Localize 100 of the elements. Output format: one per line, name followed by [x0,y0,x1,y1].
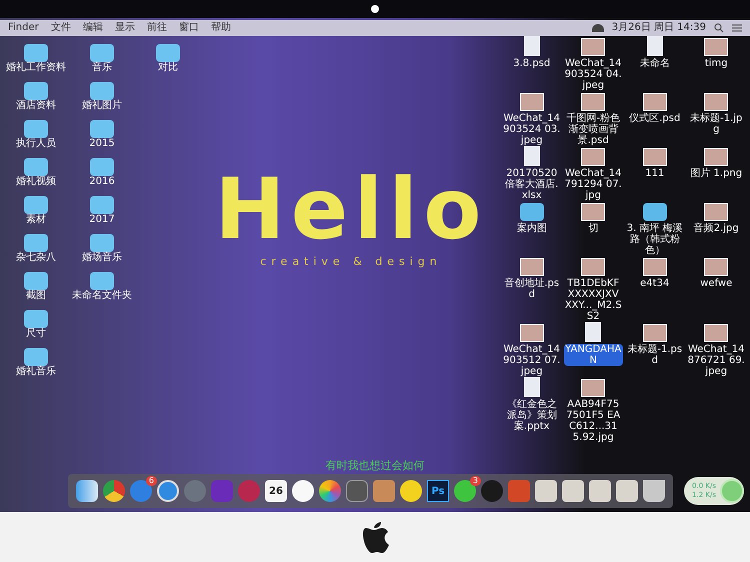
file-label[interactable]: WeChat_14903524 04.jpeg [564,58,623,91]
image-thumbnail[interactable] [704,93,728,111]
image-thumbnail[interactable] [704,258,728,276]
file-label[interactable]: WeChat_14876721 69.jpeg [686,344,746,377]
video-subtitle: 有时我也想过会如何 [326,458,424,474]
window-thumbnail[interactable] [535,480,557,502]
image-thumbnail[interactable] [520,324,544,342]
menu-item[interactable]: 显示 [114,22,135,34]
folder-icon[interactable] [24,272,48,290]
file-label[interactable]: 3.8.psd [502,58,562,69]
file-label[interactable]: 千图网-粉色渐变喷画背景.psd [564,113,623,146]
search-icon[interactable] [714,23,724,33]
document-icon[interactable] [646,36,663,56]
folder-label: 婚礼视频 [16,176,56,188]
file-label[interactable]: YANGDAHAN [564,344,623,366]
menu-item[interactable]: 帮助 [210,22,231,34]
apple-logo-icon [361,520,389,554]
image-thumbnail[interactable] [581,203,606,221]
file-label[interactable]: WeChat_14791294 07.jpg [564,168,623,201]
image-thumbnail[interactable] [520,93,544,111]
file-label[interactable]: 111 [625,168,684,179]
window-thumbnail[interactable] [562,480,584,502]
file-label[interactable]: timg [686,58,746,69]
folder-label: 婚场音乐 [82,252,122,264]
notification-badge: 6 [146,476,157,486]
image-thumbnail[interactable] [642,258,667,276]
hello-title: Hello [214,164,488,254]
file-label[interactable]: 案内图 [502,223,562,234]
folder-icon[interactable] [24,348,48,366]
folder-icon[interactable] [642,203,667,221]
menu-clock[interactable]: 3月26日 周日 14:39 [612,22,706,34]
folder-icon[interactable] [90,82,114,100]
folder-icon[interactable] [90,44,114,62]
image-thumbnail[interactable] [704,148,728,166]
image-thumbnail[interactable] [704,203,728,221]
folder-icon[interactable] [24,310,48,328]
folder-icon[interactable] [90,120,114,138]
image-thumbnail[interactable] [581,93,606,111]
menu-item[interactable]: 文件 [50,22,71,34]
file-label[interactable]: 《红金色之派岛》策划案.pptx [502,399,562,432]
file-label[interactable]: 未标题-1.psd [625,344,684,366]
folder-label: 婚礼工作资料 [6,62,66,74]
image-thumbnail[interactable] [704,38,728,56]
folder-label: 2016 [89,176,115,188]
file-label[interactable]: 未命名 [625,58,684,69]
window-thumbnail[interactable] [616,480,638,502]
file-label[interactable]: 音创地址.psd [502,278,562,300]
file-label[interactable]: 切 [564,223,623,234]
chrome-logo-icon[interactable] [103,480,125,502]
folder-label: 执行人员 [16,138,56,150]
file-label[interactable]: 仪式区.psd [625,113,684,124]
file-label[interactable]: 20170520倍客大酒店.xlsx [502,168,562,201]
file-label[interactable]: TB1DEbKFXXXXXJXVXXY..._M2.SS2 [564,278,623,322]
folder-icon[interactable] [24,120,48,138]
file-label[interactable]: e4t34 [625,278,684,289]
folder-icon[interactable] [90,234,114,252]
document-icon[interactable] [524,146,540,166]
menu-item[interactable]: 编辑 [82,22,103,34]
image-thumbnail[interactable] [642,324,667,342]
folder-icon[interactable] [156,44,180,62]
notification-badge: 3 [470,476,481,486]
file-label[interactable]: 音频2.jpg [686,223,746,234]
folder-icon[interactable] [24,196,48,214]
file-label[interactable]: WeChat_14903512 07.jpeg [502,344,562,377]
menu-list-icon[interactable] [732,24,742,32]
calendar-icon[interactable]: 26 [265,480,287,502]
folder-icon[interactable] [24,44,48,62]
document-icon[interactable] [524,36,540,56]
window-thumbnail[interactable] [589,480,611,502]
document-icon[interactable] [524,377,540,397]
trash-icon[interactable] [643,480,665,502]
image-thumbnail[interactable] [642,148,667,166]
folder-icon[interactable] [90,158,114,176]
menu-item[interactable]: 前往 [146,22,167,34]
menu-item[interactable]: 窗口 [178,22,199,34]
folder-label: 尺寸 [26,328,46,340]
file-label[interactable]: 3. 南坪 梅溪路（韩式粉色） [625,223,684,256]
image-thumbnail[interactable] [581,379,606,397]
document-icon[interactable] [585,322,602,342]
file-label[interactable]: WeChat_14903524 03.jpeg [502,113,562,146]
folder-icon[interactable] [90,196,114,214]
image-thumbnail[interactable] [581,148,606,166]
folder-icon[interactable] [24,82,48,100]
folder-icon[interactable] [520,203,544,221]
file-label[interactable]: 未标题-1.jpg [686,113,746,135]
file-label[interactable]: wefwe [686,278,746,289]
folder-icon[interactable] [24,234,48,252]
image-thumbnail[interactable] [520,258,544,276]
image-thumbnail[interactable] [581,258,606,276]
photoshop-icon[interactable]: Ps [427,480,449,502]
folder-label: 未命名文件夹 [72,290,132,302]
file-label[interactable]: AAB94F757501F5 EAC612...315.92.jpg [564,399,623,443]
image-thumbnail[interactable] [581,38,606,56]
image-thumbnail[interactable] [642,93,667,111]
folder-icon[interactable] [24,158,48,176]
menu-item[interactable]: Finder [8,22,39,34]
image-thumbnail[interactable] [704,324,728,342]
folder-label: 2017 [89,214,115,226]
file-label[interactable]: 图片 1.png [686,168,746,179]
folder-icon[interactable] [90,272,114,290]
